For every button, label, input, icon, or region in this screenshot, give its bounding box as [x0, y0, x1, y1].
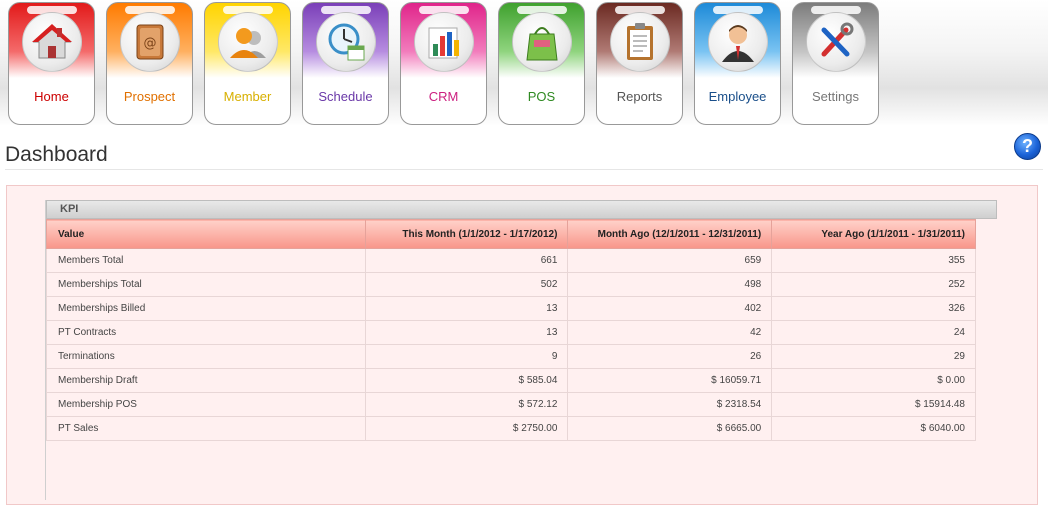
table-row: Membership POS $ 572.12 $ 2318.54 $ 15914.4…: [46, 392, 976, 417]
svg-text:@: @: [144, 36, 157, 51]
nav-tile-home[interactable]: Home: [8, 2, 95, 125]
nav-label: Reports: [616, 89, 663, 104]
cell-year-ago: $ 6040.00: [771, 416, 976, 441]
column-header-month-ago: Month Ago (12/1/2011 - 12/31/2011): [567, 219, 773, 249]
table-row: Members Total 661 659 355: [46, 248, 976, 273]
nav-tile-pos[interactable]: POS: [498, 2, 585, 125]
nav-label: Settings: [812, 89, 859, 104]
nav-label: CRM: [428, 89, 459, 104]
cell-month-ago: 26: [567, 344, 773, 369]
nav-label: Prospect: [123, 89, 176, 104]
shopping-bag-icon: [512, 12, 572, 72]
cell-month-ago: $ 16059.71: [567, 368, 773, 393]
cell-this-month: 13: [364, 296, 569, 321]
cell-year-ago: $ 15914.48: [771, 392, 976, 417]
row-label: PT Contracts: [46, 320, 366, 345]
column-header-value: Value: [46, 219, 366, 249]
table-row: Memberships Billed 13 402 326: [46, 296, 976, 321]
nav-tile-prospect[interactable]: @ Prospect: [106, 2, 193, 125]
column-header-year-ago: Year Ago (1/1/2011 - 1/31/2011): [771, 219, 976, 249]
nav-tile-settings[interactable]: Settings: [792, 2, 879, 125]
nav-label: Schedule: [318, 89, 373, 104]
nav-label: Home: [34, 89, 69, 104]
top-nav-bar: Home @ Prospect Member Schedule CRM POS …: [0, 0, 1048, 126]
member-icon: [218, 12, 278, 72]
row-label: Memberships Billed: [46, 296, 366, 321]
cell-year-ago: 24: [771, 320, 976, 345]
cell-month-ago: 659: [567, 248, 773, 273]
row-label: Members Total: [46, 248, 366, 273]
clock-calendar-icon: [316, 12, 376, 72]
table-row: PT Sales $ 2750.00 $ 6665.00 $ 6040.00: [46, 416, 976, 441]
row-label: Membership Draft: [46, 368, 366, 393]
tools-icon: [806, 12, 866, 72]
nav-label: Member: [223, 89, 272, 104]
column-header-this-month: This Month (1/1/2012 - 1/17/2012): [364, 219, 569, 249]
cell-month-ago: $ 2318.54: [567, 392, 773, 417]
cell-year-ago: 355: [771, 248, 976, 273]
cell-this-month: 13: [364, 320, 569, 345]
page-title: Dashboard: [5, 143, 108, 166]
cell-month-ago: 498: [567, 272, 773, 297]
nav-label: Employee: [708, 89, 767, 104]
module-nav: Home @ Prospect Member Schedule CRM POS …: [8, 2, 879, 125]
table-row: Memberships Total 502 498 252: [46, 272, 976, 297]
kpi-widget: KPI Value This Month (1/1/2012 - 1/17/20…: [45, 200, 997, 500]
row-label: Membership POS: [46, 392, 366, 417]
nav-label: POS: [527, 89, 556, 104]
cell-year-ago: 252: [771, 272, 976, 297]
row-label: Terminations: [46, 344, 366, 369]
help-icon[interactable]: ?: [1014, 133, 1041, 160]
clipboard-icon: [610, 12, 670, 72]
employee-icon: [708, 12, 768, 72]
kpi-table: Value This Month (1/1/2012 - 1/17/2012) …: [46, 219, 976, 441]
nav-tile-member[interactable]: Member: [204, 2, 291, 125]
nav-tile-reports[interactable]: Reports: [596, 2, 683, 125]
nav-tile-crm[interactable]: CRM: [400, 2, 487, 125]
cell-this-month: $ 585.04: [364, 368, 569, 393]
home-icon: [22, 12, 82, 72]
address-book-icon: @: [120, 12, 180, 72]
nav-tile-schedule[interactable]: Schedule: [302, 2, 389, 125]
cell-year-ago: 326: [771, 296, 976, 321]
cell-this-month: $ 2750.00: [364, 416, 569, 441]
cell-this-month: $ 572.12: [364, 392, 569, 417]
cell-year-ago: $ 0.00: [771, 368, 976, 393]
cell-month-ago: 42: [567, 320, 773, 345]
cell-this-month: 502: [364, 272, 569, 297]
table-row: Terminations 9 26 29: [46, 344, 976, 369]
cell-this-month: 661: [364, 248, 569, 273]
nav-tile-employee[interactable]: Employee: [694, 2, 781, 125]
cell-month-ago: 402: [567, 296, 773, 321]
title-divider: [5, 169, 1043, 170]
row-label: Memberships Total: [46, 272, 366, 297]
cell-year-ago: 29: [771, 344, 976, 369]
row-label: PT Sales: [46, 416, 366, 441]
table-row: Membership Draft $ 585.04 $ 16059.71 $ 0.00: [46, 368, 976, 393]
cell-this-month: 9: [364, 344, 569, 369]
kpi-header-row: Value This Month (1/1/2012 - 1/17/2012) …: [46, 219, 976, 249]
chart-bars-icon: [414, 12, 474, 72]
cell-month-ago: $ 6665.00: [567, 416, 773, 441]
table-row: PT Contracts 13 42 24: [46, 320, 976, 345]
kpi-header: KPI: [46, 200, 997, 219]
